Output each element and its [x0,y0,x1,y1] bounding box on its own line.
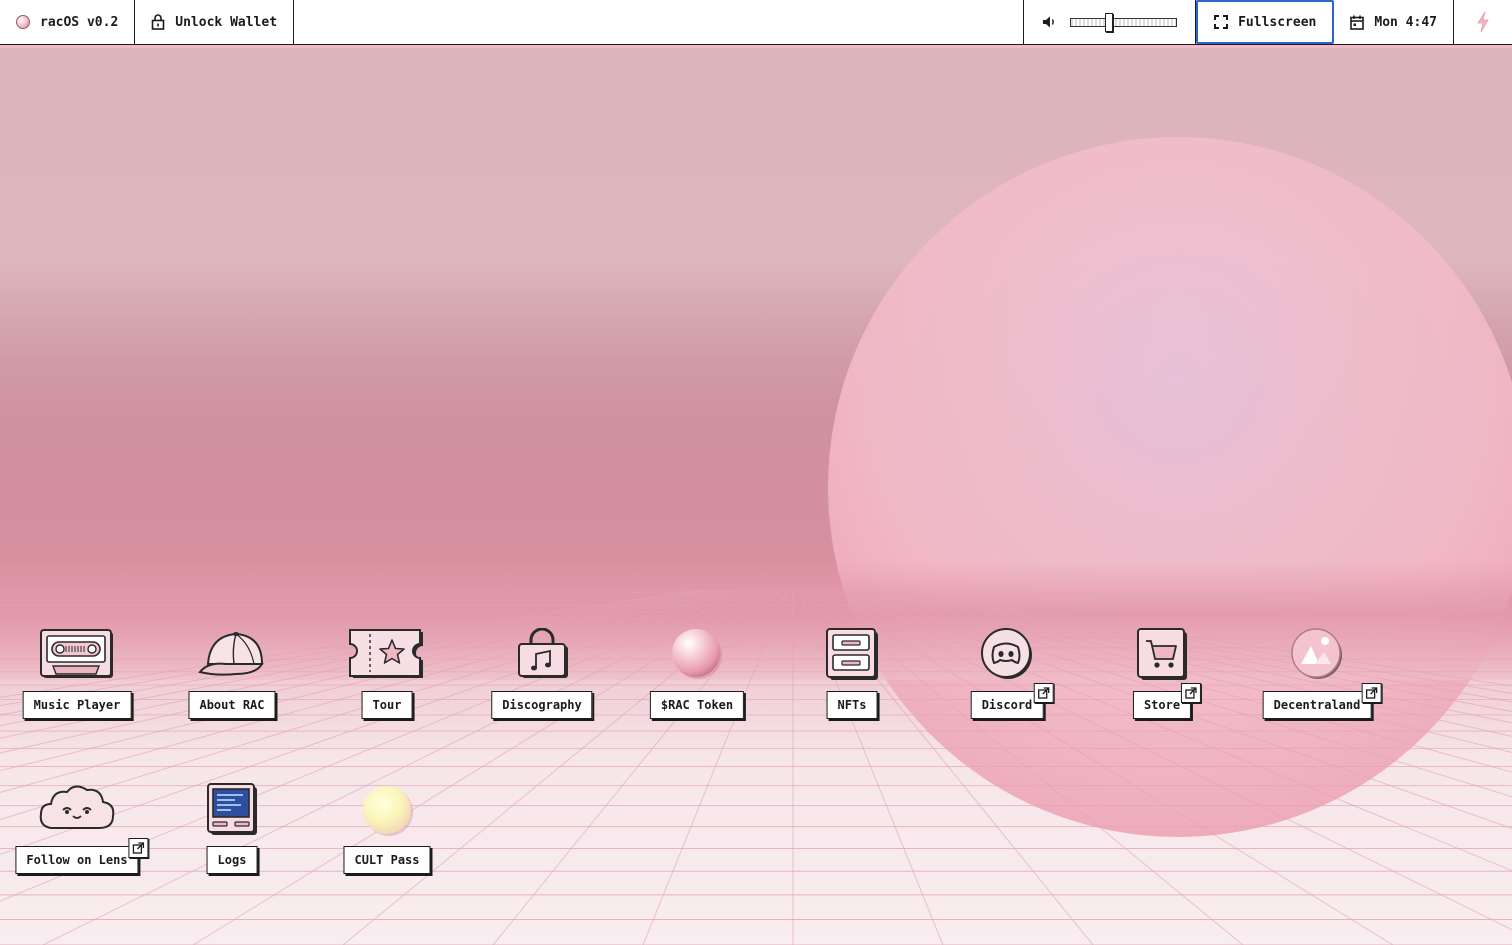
discord-shortcut[interactable]: Discord [930,626,1084,726]
cart-icon [1122,626,1202,682]
volume-slider-thumb[interactable] [1104,12,1113,32]
monitor-icon [192,781,272,837]
follow-on-lens-shortcut[interactable]: Follow on Lens [0,781,154,881]
fullscreen-label: Fullscreen [1238,14,1317,30]
external-link-icon [128,838,149,858]
volume-control[interactable] [1024,0,1197,44]
discography-shortcut[interactable]: Discography [465,626,619,726]
about-rac-label[interactable]: About RAC [188,691,276,719]
store-label[interactable]: Store [1132,683,1202,719]
lock-icon [151,14,165,30]
ticket-icon [347,626,427,682]
discography-label-text: Discography [502,698,582,712]
about-rac-shortcut[interactable]: About RAC [155,626,309,726]
nfts-shortcut[interactable]: NFTs [775,626,929,726]
logs-label-text: Logs [217,853,247,867]
music-player-label-text: Music Player [33,698,121,712]
unlock-wallet-button[interactable]: Unlock Wallet [135,0,295,44]
follow-on-lens-label[interactable]: Follow on Lens [15,838,149,874]
clock-label: Mon 4:47 [1374,14,1437,30]
external-link-icon [1033,683,1054,703]
yellow-orb-icon [347,781,427,837]
decentraland-label[interactable]: Decentraland [1262,683,1382,719]
store-shortcut[interactable]: Store [1085,626,1239,726]
discography-label[interactable]: Discography [491,691,593,719]
music-player-shortcut[interactable]: Music Player [0,626,154,726]
fullscreen-icon [1214,15,1229,29]
cabinet-icon [812,626,892,682]
external-link-icon [1181,683,1202,703]
logs-label[interactable]: Logs [206,846,258,874]
unlock-wallet-label: Unlock Wallet [175,14,278,30]
discord-label-text: Discord [981,698,1033,712]
speaker-icon[interactable] [1042,15,1058,29]
cap-icon [192,626,272,682]
fullscreen-button[interactable]: Fullscreen [1196,0,1335,44]
logs-shortcut[interactable]: Logs [155,781,309,881]
about-rac-label-text: About RAC [199,698,265,712]
app-menu[interactable]: racOS v0.2 [0,0,136,44]
rac-token-label-text: $RAC Token [660,698,734,712]
decentraland-shortcut[interactable]: Decentraland [1240,626,1394,726]
discord-icon [967,626,1047,682]
nfts-label[interactable]: NFTs [826,691,878,719]
cult-pass-shortcut[interactable]: CULT Pass [310,781,464,881]
lightning-button[interactable] [1454,0,1512,44]
discord-label[interactable]: Discord [970,683,1054,719]
music-player-label[interactable]: Music Player [22,691,132,719]
cassette-icon [37,626,117,682]
rac-token-label[interactable]: $RAC Token [649,691,745,719]
tour-label-text: Tour [372,698,402,712]
volume-slider[interactable] [1069,12,1178,32]
clock[interactable]: Mon 4:47 [1334,0,1454,44]
app-name: racOS v0.2 [40,14,119,30]
cult-pass-label-text: CULT Pass [354,853,420,867]
cult-pass-label[interactable]: CULT Pass [343,846,431,874]
rac-token-shortcut[interactable]: $RAC Token [620,626,774,726]
nfts-label-text: NFTs [837,698,867,712]
follow-on-lens-label-text: Follow on Lens [26,853,128,867]
cloud-face-icon [37,781,117,837]
menu-bar: racOS v0.2 Unlock Wallet Fullscreen Mon … [0,0,1512,45]
decentraland-icon [1277,626,1357,682]
store-label-text: Store [1143,698,1181,712]
tour-label[interactable]: Tour [361,691,413,719]
decentraland-label-text: Decentraland [1273,698,1361,712]
rac-logo-icon [16,15,30,29]
calendar-icon [1350,15,1365,30]
lightning-icon [1477,11,1489,33]
menubar-spacer [294,0,1025,44]
music-bag-icon [502,626,582,682]
pearl-icon [657,626,737,682]
external-link-icon [1361,683,1382,703]
tour-shortcut[interactable]: Tour [310,626,464,726]
